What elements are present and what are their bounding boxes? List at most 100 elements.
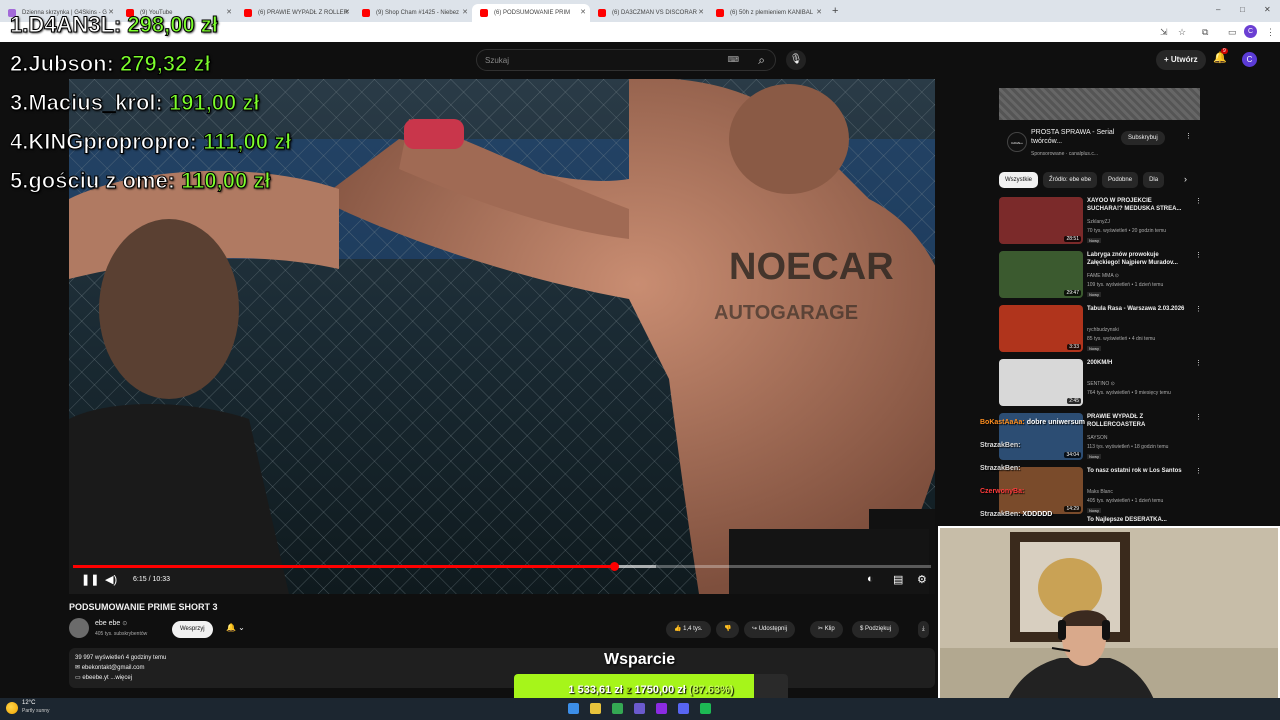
pause-icon[interactable]: ❚❚: [81, 573, 99, 586]
bookmark-star-icon[interactable]: ☆: [1178, 27, 1186, 38]
install-icon[interactable]: ⇲: [1160, 27, 1168, 38]
description-box[interactable]: 39 997 wyświetleń 4 godziny temu ✉ ebeko…: [69, 648, 935, 688]
video-title[interactable]: XAYOO W PROJEKCIE SUCHARA!? MEDUSKA STRE…: [1087, 197, 1189, 213]
thanks-button[interactable]: $ Podziękuj: [852, 621, 900, 638]
recommended-video[interactable]: 2:45 200KM/H SENTINO ⊙ 764 tys. wyświetleń …: [999, 359, 1202, 411]
more-options-icon[interactable]: ⋮: [1195, 467, 1202, 475]
tab-close-icon[interactable]: ✕: [816, 8, 822, 16]
video-title[interactable]: 200KM/H: [1087, 359, 1189, 367]
close-window-icon[interactable]: ✕: [1264, 5, 1271, 14]
channel-avatar[interactable]: [69, 618, 89, 638]
browser-tab[interactable]: (9) Shop Cham #1425 - Niebez ✕: [354, 4, 472, 22]
filter-chip[interactable]: Źródło: ebe ebe: [1043, 172, 1098, 188]
video-title[interactable]: Tabula Rasa - Warszawa 2.03.2026: [1087, 305, 1189, 313]
tab-favicon-icon: [598, 9, 606, 17]
keyboard-icon[interactable]: ⌨: [727, 55, 739, 64]
more-options-icon[interactable]: ⋮: [1195, 251, 1202, 259]
leaderboard-amount: 110,00 zł: [181, 168, 271, 194]
support-button[interactable]: Wesprzyj: [172, 621, 213, 638]
webcam-overlay: [938, 526, 1280, 720]
browser-tab[interactable]: (6) 50h z plemieniem KANIBAL ✕: [708, 4, 826, 22]
video-title[interactable]: PRAWIE WYPADŁ Z ROLLERCOASTERA: [1087, 413, 1189, 429]
channel-name[interactable]: SENTINO ⊙: [1087, 381, 1115, 387]
filter-chip[interactable]: Wszystkie: [999, 172, 1038, 188]
start-icon[interactable]: [568, 703, 579, 714]
more-options-icon[interactable]: ⋮: [1195, 305, 1202, 313]
ad-title[interactable]: PROSTA SPRAWA - Serial twórców...: [1031, 128, 1121, 146]
twitch-icon[interactable]: [656, 703, 667, 714]
leaderboard-amount: 191,00 zł: [168, 90, 260, 116]
channel-name[interactable]: Maks Blanc: [1087, 489, 1113, 495]
subtitles-icon[interactable]: ▤: [893, 573, 903, 586]
more-options-icon[interactable]: ⋮: [1195, 359, 1202, 367]
tab-close-icon[interactable]: ✕: [462, 8, 468, 16]
ad-more-icon[interactable]: ⋮: [1185, 132, 1192, 140]
account-avatar[interactable]: C: [1242, 52, 1257, 67]
chat-text: dobre uniwersum: [1026, 419, 1086, 426]
os-taskbar: 12°C Partly sunny: [0, 698, 1280, 720]
chrome-icon[interactable]: [612, 703, 623, 714]
browser-menu-icon[interactable]: ⋮: [1266, 27, 1275, 38]
browser-tab[interactable]: (6) PODSUMOWANIE PRIM ✕: [472, 4, 590, 22]
channel-name[interactable]: SzklanyZJ: [1087, 219, 1110, 225]
video-meta: 113 tys. wyświetleń • 18 godzin temu: [1087, 444, 1169, 450]
tab-favicon-icon: [362, 9, 370, 17]
minimize-icon[interactable]: –: [1216, 5, 1220, 14]
browser-profile-avatar[interactable]: C: [1244, 25, 1257, 38]
autoplay-toggle-icon[interactable]: ◐: [867, 573, 874, 585]
volume-icon[interactable]: ◀): [105, 573, 117, 586]
app-icon[interactable]: [678, 703, 689, 714]
channel-name[interactable]: rychbudzynski: [1087, 327, 1119, 333]
more-options-icon[interactable]: ⋮: [1195, 413, 1202, 421]
progress-bar[interactable]: [73, 562, 931, 571]
video-title[interactable]: Labryga znów prowokuje Załęckiego! Najpi…: [1087, 251, 1189, 267]
recommended-video[interactable]: 29:47 Labryga znów prowokuje Załęckiego! …: [999, 251, 1202, 303]
file-explorer-icon[interactable]: [590, 703, 601, 714]
channel-name[interactable]: SAYSON: [1087, 435, 1107, 441]
discord-icon[interactable]: [634, 703, 645, 714]
browser-tab[interactable]: (6) PRAWIE WYPADŁ Z ROLLER ✕: [236, 4, 354, 22]
tab-close-icon[interactable]: ✕: [698, 8, 704, 16]
subscription-bell-icon[interactable]: 🔔 ⌄: [226, 623, 245, 632]
share-button[interactable]: ↪ Udostępnij: [744, 621, 796, 638]
tab-close-icon[interactable]: ✕: [580, 8, 586, 16]
browser-tab[interactable]: (6) DA3CZMAN VS DISCORAR ✕: [590, 4, 708, 22]
weather-sun-icon[interactable]: [6, 702, 18, 714]
dislike-button[interactable]: 👎: [716, 621, 740, 638]
channel-name[interactable]: FAME MMA ⊙: [1087, 273, 1119, 279]
more-options-icon[interactable]: ⋮: [1195, 197, 1202, 205]
ad-subscribe-button[interactable]: Subskrybuj: [1121, 131, 1165, 145]
create-button[interactable]: + Utwórz: [1156, 50, 1206, 70]
recommended-video-partial-title[interactable]: To Najlepsze DESERATKA...: [1087, 517, 1167, 523]
filter-chip[interactable]: Podobne: [1102, 172, 1139, 188]
clip-button[interactable]: ✂ Klip: [810, 621, 843, 638]
leaderboard-entry: 4.KINGpropropro: 111,00 zł: [9, 129, 291, 155]
spotify-icon[interactable]: [700, 703, 711, 714]
sponsored-ad[interactable]: CANAL+ PROSTA SPRAWA - Serial twórców...…: [999, 88, 1200, 160]
extensions-icon[interactable]: ⧉: [1202, 27, 1208, 38]
chevron-right-icon[interactable]: ›: [1184, 174, 1187, 184]
video-title[interactable]: To nasz ostatni rok w Los Santos: [1087, 467, 1189, 475]
search-icon[interactable]: ⌕: [758, 53, 765, 68]
maximize-icon[interactable]: □: [1240, 5, 1245, 14]
leaderboard-name: gościu z ome:: [28, 168, 176, 194]
channel-name[interactable]: ebe ebe ⊙: [95, 620, 127, 627]
filter-chip[interactable]: Dla: [1143, 172, 1165, 188]
settings-gear-icon[interactable]: ⚙: [917, 573, 927, 586]
progress-scrubber[interactable]: [609, 562, 619, 571]
recommended-video[interactable]: 28:51 XAYOO W PROJEKCIE SUCHARA!? MEDUSKA…: [999, 197, 1202, 249]
video-player[interactable]: NOECAR AUTOGARAGE ❚❚ ◀) 6:15 / 10:33 ◐ ▤…: [69, 79, 935, 594]
download-button[interactable]: ⤓: [918, 621, 929, 638]
tab-close-icon[interactable]: ✕: [344, 8, 350, 16]
new-tab-button[interactable]: +: [832, 5, 838, 17]
sidepanel-icon[interactable]: ▭: [1228, 27, 1237, 38]
recommended-video[interactable]: 3:33 Tabula Rasa - Warszawa 2.03.2026 rych…: [999, 305, 1202, 357]
microphone-icon[interactable]: 🎙: [786, 50, 806, 70]
like-button[interactable]: 👍 1,4 tys.: [666, 621, 711, 638]
tab-favicon-icon: [244, 9, 252, 17]
search-input[interactable]: Szukaj ⌨ ⌕: [476, 49, 776, 71]
tab-close-icon[interactable]: ✕: [226, 8, 232, 16]
weather-description: Partly sunny: [22, 708, 50, 714]
notification-count-badge: 9: [1221, 48, 1228, 54]
webcam-image: [940, 528, 1278, 718]
